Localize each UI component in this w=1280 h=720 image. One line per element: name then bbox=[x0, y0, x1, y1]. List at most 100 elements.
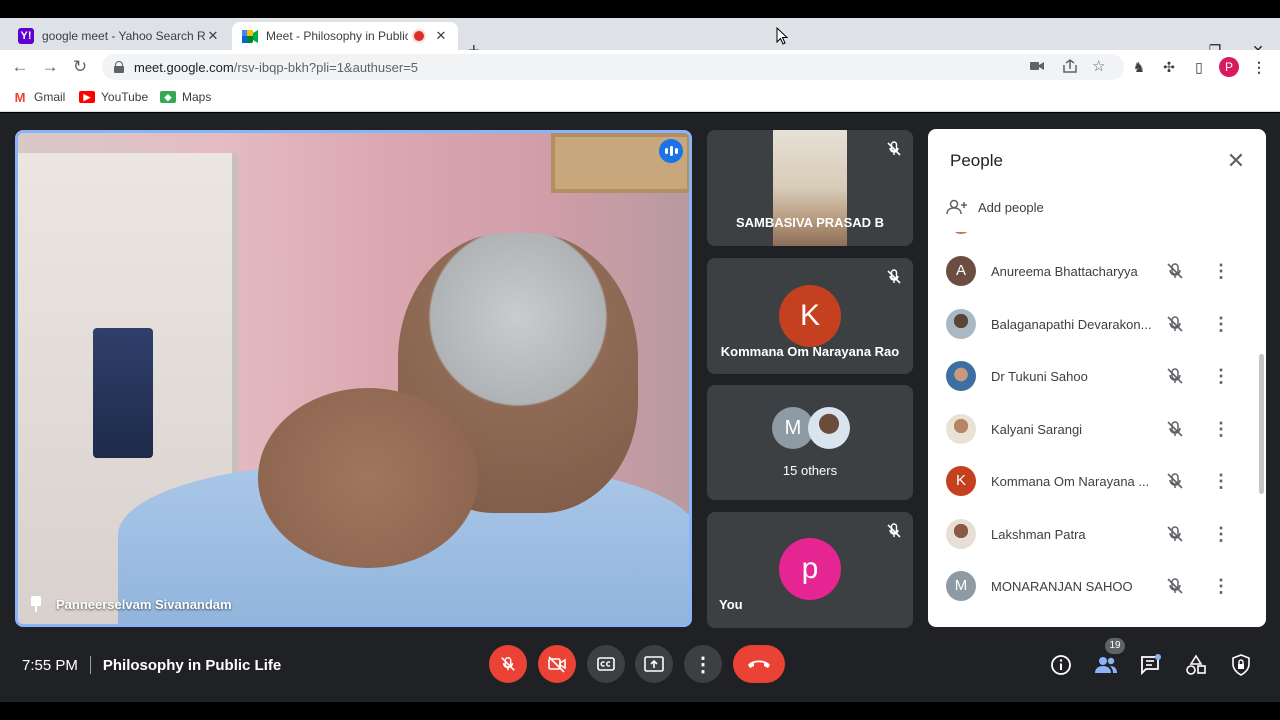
captions-icon bbox=[597, 657, 615, 671]
participant-tile-sambasiva[interactable]: SAMBASIVA PRASAD B bbox=[707, 130, 913, 246]
url-host: meet.google.com bbox=[134, 59, 234, 75]
more-options-icon[interactable]: ⋮ bbox=[1212, 576, 1230, 596]
participant-row[interactable]: K Kommana Om Narayana ... ⋮ bbox=[928, 455, 1258, 507]
speaking-indicator-icon bbox=[659, 139, 683, 163]
participant-row[interactable]: A Anureema Bhattacharyya ⋮ bbox=[928, 245, 1258, 297]
people-button[interactable] bbox=[1093, 652, 1119, 678]
participant-avatar-photo bbox=[946, 414, 976, 444]
others-label: 15 others bbox=[782, 463, 838, 478]
reload-icon[interactable]: ↻ bbox=[68, 55, 92, 79]
mic-off-icon[interactable] bbox=[1165, 419, 1185, 439]
youtube-icon: ▶ bbox=[79, 91, 95, 103]
participant-row[interactable]: Lakshman Patra ⋮ bbox=[928, 508, 1258, 560]
recording-icon bbox=[414, 31, 424, 41]
bottom-letterbox bbox=[0, 702, 1280, 720]
more-options-icon[interactable]: ⋮ bbox=[1212, 419, 1230, 439]
more-options-icon[interactable]: ⋮ bbox=[1212, 261, 1230, 281]
mic-off-icon[interactable] bbox=[1165, 261, 1185, 281]
add-people-button[interactable]: Add people bbox=[946, 199, 1044, 215]
info-icon bbox=[1051, 655, 1071, 675]
participant-row[interactable]: Balaganapathi Devarakon... ⋮ bbox=[928, 298, 1258, 350]
more-options-icon[interactable]: ⋮ bbox=[1212, 314, 1230, 334]
participant-row[interactable]: Kalyani Sarangi ⋮ bbox=[928, 403, 1258, 455]
more-options-icon[interactable]: ⋮ bbox=[1212, 366, 1230, 386]
share-icon[interactable] bbox=[1062, 59, 1078, 73]
mic-off-icon bbox=[887, 269, 901, 284]
puzzle-icon[interactable]: ✣ bbox=[1160, 58, 1178, 76]
leave-call-button[interactable] bbox=[733, 645, 785, 683]
mic-off-icon[interactable] bbox=[1165, 471, 1185, 491]
back-icon[interactable]: ← bbox=[8, 55, 32, 79]
maps-icon: ◆ bbox=[160, 91, 176, 103]
present-screen-button[interactable] bbox=[635, 645, 673, 683]
add-person-icon bbox=[946, 199, 967, 215]
tab-title: google meet - Yahoo Search Res bbox=[42, 29, 206, 43]
menu-icon[interactable]: ⋮ bbox=[1250, 58, 1268, 76]
mic-off-icon[interactable] bbox=[1165, 314, 1185, 334]
tab-yahoo-search[interactable]: Y! google meet - Yahoo Search Res ✕ bbox=[8, 22, 230, 50]
participant-name: SAMBASIVA PRASAD B bbox=[735, 215, 885, 230]
close-icon[interactable]: ✕ bbox=[1224, 149, 1248, 173]
profile-avatar[interactable]: P bbox=[1219, 57, 1239, 77]
mic-off-icon[interactable] bbox=[1165, 576, 1185, 596]
meet-stage: Panneerselvam Sivanandam SAMBASIVA PRASA… bbox=[0, 113, 1280, 702]
people-icon bbox=[1095, 657, 1117, 673]
participant-name: Kommana Om Narayana ... bbox=[991, 473, 1150, 489]
side-panel-icon[interactable]: ▯ bbox=[1190, 58, 1208, 76]
bookmark-youtube[interactable]: ▶ YouTube bbox=[79, 90, 148, 104]
bookmarks-bar: M Gmail ▶ YouTube ◆ Maps bbox=[0, 84, 1280, 112]
lock-icon bbox=[114, 61, 124, 73]
camera-icon[interactable] bbox=[1030, 60, 1044, 72]
tab-google-meet[interactable]: Meet - Philosophy in Public ✕ bbox=[232, 22, 458, 50]
host-controls-button[interactable] bbox=[1228, 652, 1254, 678]
participant-avatar: A bbox=[946, 256, 976, 286]
self-tile[interactable]: p You bbox=[707, 512, 913, 628]
participant-list-scrollbar[interactable] bbox=[1259, 354, 1264, 494]
browser-toolbar: ← → ↻ meet.google.com/rsv-ibqp-bkh?pli=1… bbox=[0, 50, 1280, 84]
hang-up-icon bbox=[748, 660, 770, 668]
captions-button[interactable] bbox=[587, 645, 625, 683]
more-vert-icon: ⋮ bbox=[693, 653, 713, 676]
mic-toggle-button[interactable] bbox=[489, 645, 527, 683]
add-people-label: Add people bbox=[978, 199, 1044, 215]
participant-name: Anureema Bhattacharyya bbox=[991, 263, 1138, 279]
extension-icon[interactable]: ♞ bbox=[1130, 58, 1148, 76]
tab-strip: Y! google meet - Yahoo Search Res ✕ Meet… bbox=[0, 18, 1280, 62]
more-options-icon[interactable]: ⋮ bbox=[1212, 471, 1230, 491]
participant-row[interactable]: Dr Tukuni Sahoo ⋮ bbox=[928, 350, 1258, 402]
mic-off-icon bbox=[501, 656, 515, 671]
meeting-details-button[interactable] bbox=[1048, 652, 1074, 678]
bookmark-star-icon[interactable]: ☆ bbox=[1092, 57, 1105, 75]
bookmark-maps[interactable]: ◆ Maps bbox=[160, 90, 211, 104]
close-icon[interactable]: ✕ bbox=[434, 28, 448, 44]
bookmark-label: Maps bbox=[182, 90, 212, 104]
main-speaker-name: Panneerselvam Sivanandam bbox=[30, 596, 232, 612]
forward-icon[interactable]: → bbox=[38, 55, 62, 79]
activities-button[interactable] bbox=[1183, 652, 1209, 678]
mic-off-icon[interactable] bbox=[1165, 366, 1185, 386]
url-path: /rsv-ibqp-bkh?pli=1&authuser=5 bbox=[233, 59, 419, 75]
bookmark-gmail[interactable]: M Gmail bbox=[12, 90, 65, 105]
close-icon[interactable]: ✕ bbox=[206, 28, 220, 44]
more-options-button[interactable]: ⋮ bbox=[684, 645, 722, 683]
clock-time: 7:55 PM bbox=[22, 656, 78, 674]
participant-avatar-photo bbox=[946, 519, 976, 549]
mouse-cursor-icon bbox=[776, 27, 788, 45]
mic-off-icon[interactable] bbox=[1165, 524, 1185, 544]
people-panel-title: People bbox=[950, 151, 1003, 170]
participant-tile-kommana[interactable]: K Kommana Om Narayana Rao bbox=[707, 258, 913, 374]
participant-row[interactable]: M MONARANJAN SAHOO ⋮ bbox=[928, 560, 1258, 612]
main-speaker-tile[interactable]: Panneerselvam Sivanandam bbox=[15, 130, 692, 627]
speaker-hand bbox=[258, 388, 478, 568]
pin-icon[interactable] bbox=[30, 596, 42, 612]
address-bar[interactable]: meet.google.com/rsv-ibqp-bkh?pli=1&authu… bbox=[102, 54, 1124, 80]
speaker-name-label: Panneerselvam Sivanandam bbox=[56, 596, 232, 612]
camera-toggle-button[interactable] bbox=[538, 645, 576, 683]
others-tile[interactable]: M 15 others bbox=[707, 385, 913, 500]
tab-title: Meet - Philosophy in Public bbox=[266, 29, 408, 43]
participant-avatar-photo bbox=[808, 407, 850, 449]
more-options-icon[interactable]: ⋮ bbox=[1212, 524, 1230, 544]
chat-button[interactable] bbox=[1138, 652, 1164, 678]
self-avatar: p bbox=[779, 538, 841, 600]
chat-icon bbox=[1141, 654, 1161, 676]
